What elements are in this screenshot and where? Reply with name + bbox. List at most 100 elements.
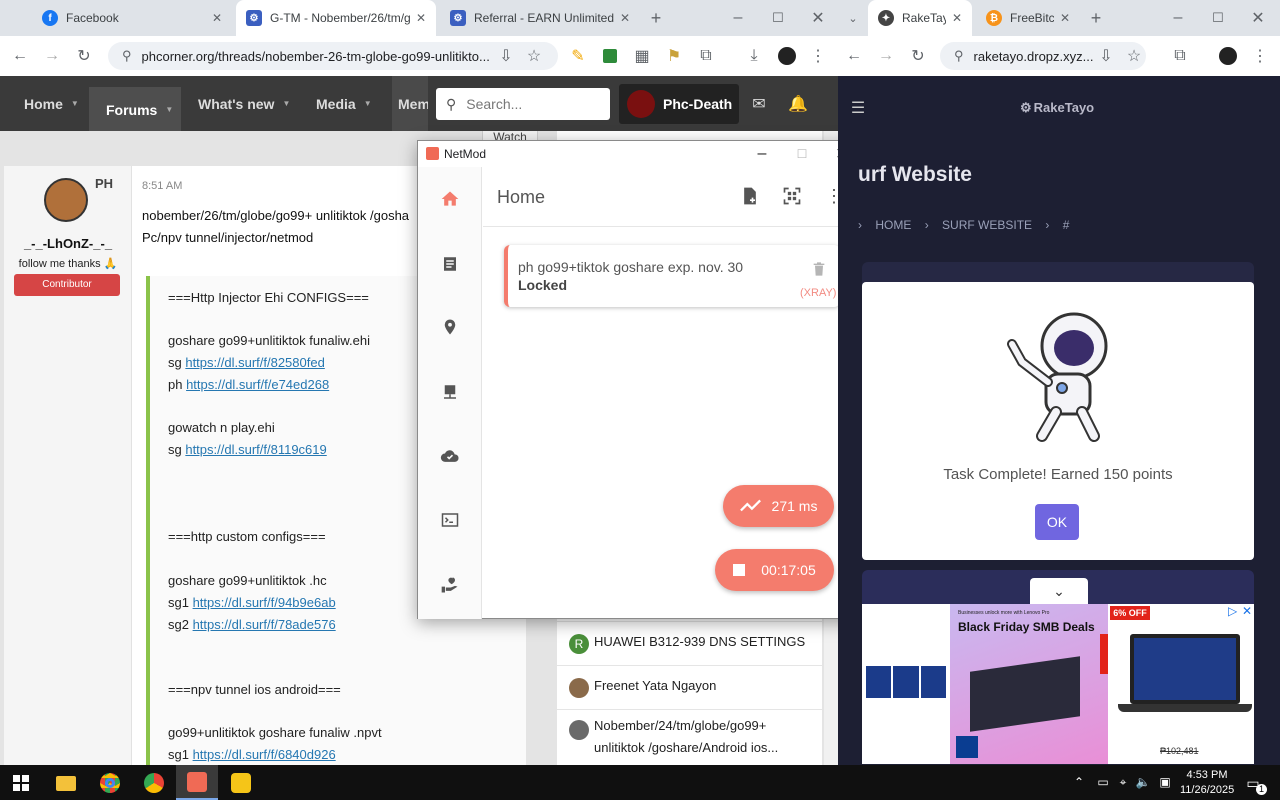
close-tab-icon[interactable]: ✕	[416, 11, 426, 25]
site-info-icon[interactable]: ⚲	[122, 48, 132, 64]
close-tab-icon[interactable]: ✕	[212, 11, 222, 25]
new-tab-icon[interactable]: +	[646, 8, 666, 28]
site-logo[interactable]: ⚙ RakeTayo	[1020, 100, 1094, 116]
extensions-puzzle-icon[interactable]: ⧉	[696, 46, 716, 66]
post-username[interactable]: _-_-LhOnZ-_-_	[4, 236, 132, 251]
bookmark-star-icon[interactable]: ☆	[524, 46, 544, 66]
close-tab-icon[interactable]: ✕	[620, 11, 630, 25]
nav-members[interactable]: Mem	[392, 76, 428, 131]
minimize-icon[interactable]: –	[1168, 8, 1188, 28]
browser-menu-icon[interactable]: ⋮	[1250, 46, 1270, 66]
cloud-icon[interactable]	[438, 444, 462, 468]
close-tab-icon[interactable]: ✕	[1060, 11, 1070, 25]
chrome-profile-icon[interactable]	[143, 772, 165, 794]
windows-start-icon[interactable]	[11, 773, 31, 793]
back-icon[interactable]: ←	[844, 46, 864, 66]
ping-button[interactable]: 271 ms	[723, 485, 834, 527]
reload-icon[interactable]: ↻	[74, 46, 94, 66]
config-card[interactable]: ph go99+tiktok goshare exp. nov. 30 Lock…	[504, 245, 840, 307]
list-item[interactable]: R HUAWEI B312-939 DNS SETTINGS	[557, 621, 822, 665]
list-item[interactable]: Nobember/24/tm/globe/go99+ unlitiktok /g…	[557, 709, 822, 765]
minimize-icon[interactable]: –	[752, 144, 772, 164]
inbox-icon[interactable]: ✉	[748, 93, 770, 115]
close-tab-icon[interactable]: ✕	[952, 11, 962, 25]
maximize-icon[interactable]: ☐	[1208, 8, 1228, 28]
config-link[interactable]: https://dl.surf/f/82580fed	[185, 355, 324, 370]
tab-list-icon[interactable]: ⌄	[844, 8, 862, 28]
config-link[interactable]: https://dl.surf/f/e74ed268	[186, 377, 329, 392]
tab-raketayo[interactable]: ✦ RakeTayo ✕	[868, 0, 972, 36]
maximize-icon[interactable]: ☐	[792, 144, 812, 164]
pinned-app-icon[interactable]	[230, 772, 252, 794]
avatar[interactable]	[44, 178, 88, 222]
clock[interactable]: 4:53 PM 11/26/2025	[1180, 768, 1234, 798]
config-link[interactable]: https://dl.surf/f/94b9e6ab	[193, 595, 336, 610]
ok-button[interactable]: OK	[1035, 504, 1079, 540]
stop-timer-button[interactable]: 00:17:05	[715, 549, 834, 591]
forward-icon[interactable]: →	[876, 46, 896, 66]
extension-calendar-icon[interactable]: ▦	[632, 46, 652, 66]
profile-avatar[interactable]	[1218, 46, 1238, 66]
home-icon[interactable]	[438, 187, 462, 211]
chrome-icon[interactable]	[99, 772, 121, 794]
tab-gtm[interactable]: ⚙ G-TM - Nobember/26/tm/globe ✕	[236, 0, 436, 36]
close-window-icon[interactable]: ✕	[808, 8, 828, 28]
config-link[interactable]: https://dl.surf/f/6840d926	[193, 747, 336, 762]
close-ad-icon[interactable]: ✕	[1242, 604, 1252, 618]
nav-forums[interactable]: Forums ▼	[89, 87, 181, 132]
reload-icon[interactable]: ↻	[908, 46, 928, 66]
network-tray-icon[interactable]: ▭	[1094, 773, 1112, 791]
config-link[interactable]: https://dl.surf/f/78ade576	[193, 617, 336, 632]
user-menu[interactable]: Phc-Death	[619, 84, 739, 124]
donate-icon[interactable]	[438, 573, 462, 597]
pencil-extension-icon[interactable]: ✎	[568, 46, 588, 66]
minimize-icon[interactable]: –	[728, 8, 748, 28]
address-bar[interactable]: ⚲ phcorner.org/threads/nobember-26-tm-gl…	[108, 42, 558, 70]
ad-banner[interactable]: Businesses unlock more with Lenovo Pro B…	[950, 604, 1108, 764]
breadcrumb-surf[interactable]: SURF WEBSITE	[942, 218, 1032, 232]
back-icon[interactable]: ←	[10, 46, 30, 66]
download-icon[interactable]: ⤓	[744, 46, 764, 66]
new-tab-icon[interactable]: +	[1086, 8, 1106, 28]
extension-green-icon[interactable]	[600, 46, 620, 66]
gamepad-tray-icon[interactable]: ⌖	[1114, 773, 1132, 791]
tab-referral[interactable]: ⚙ Referral - EARN Unlimited XR ✕	[440, 0, 640, 36]
network-icon[interactable]	[438, 380, 462, 404]
location-icon[interactable]	[438, 315, 462, 339]
config-link[interactable]: https://dl.surf/f/8119c619	[185, 442, 326, 457]
notes-icon[interactable]	[438, 252, 462, 276]
install-icon[interactable]: ⇩	[496, 46, 516, 66]
extensions-puzzle-icon[interactable]: ⧉	[1170, 46, 1190, 66]
extension-cleaner-icon[interactable]: ⚑	[664, 46, 684, 66]
maximize-icon[interactable]: ☐	[768, 8, 788, 28]
browser-menu-icon[interactable]: ⋮	[808, 46, 828, 66]
chevron-up-icon[interactable]: ⌃	[1070, 773, 1088, 791]
nav-media[interactable]: Media ▼	[316, 76, 372, 131]
tab-freebitco[interactable]: ₿ FreeBitco ✕	[976, 0, 1080, 36]
file-explorer-icon[interactable]	[55, 772, 77, 794]
volume-muted-icon[interactable]: 🔈	[1134, 773, 1152, 791]
list-item[interactable]: Freenet Yata Ngayon	[557, 665, 822, 709]
nav-home[interactable]: Home ▼	[24, 76, 79, 131]
close-window-icon[interactable]: ✕	[1248, 8, 1268, 28]
profile-avatar[interactable]	[777, 46, 797, 66]
delete-icon[interactable]	[808, 257, 830, 281]
add-config-icon[interactable]	[739, 185, 761, 207]
display-tray-icon[interactable]: ▣	[1156, 773, 1174, 791]
qr-scan-icon[interactable]	[781, 185, 803, 207]
hamburger-menu-icon[interactable]: ☰	[848, 98, 868, 118]
site-info-icon[interactable]: ⚲	[954, 48, 964, 64]
collapse-ad-button[interactable]: ⌄	[1030, 578, 1088, 604]
forward-icon[interactable]: →	[42, 46, 62, 66]
tab-facebook[interactable]: f Facebook ✕	[32, 0, 232, 36]
breadcrumb-home[interactable]: HOME	[875, 218, 911, 232]
bookmark-star-icon[interactable]: ☆	[1124, 46, 1144, 66]
install-icon[interactable]: ⇩	[1096, 46, 1116, 66]
advertisement[interactable]: Businesses unlock more with Lenovo Pro B…	[862, 604, 1254, 764]
netmod-taskbar-button[interactable]	[176, 765, 218, 800]
adchoices-icon[interactable]: ▷	[1228, 604, 1237, 618]
notification-center-icon[interactable]: ▭ 1	[1242, 773, 1267, 795]
search-box[interactable]: ⚲ Search...	[436, 88, 610, 120]
bell-icon[interactable]: 🔔	[787, 93, 809, 115]
post-time[interactable]: 8:51 AM	[142, 180, 182, 192]
